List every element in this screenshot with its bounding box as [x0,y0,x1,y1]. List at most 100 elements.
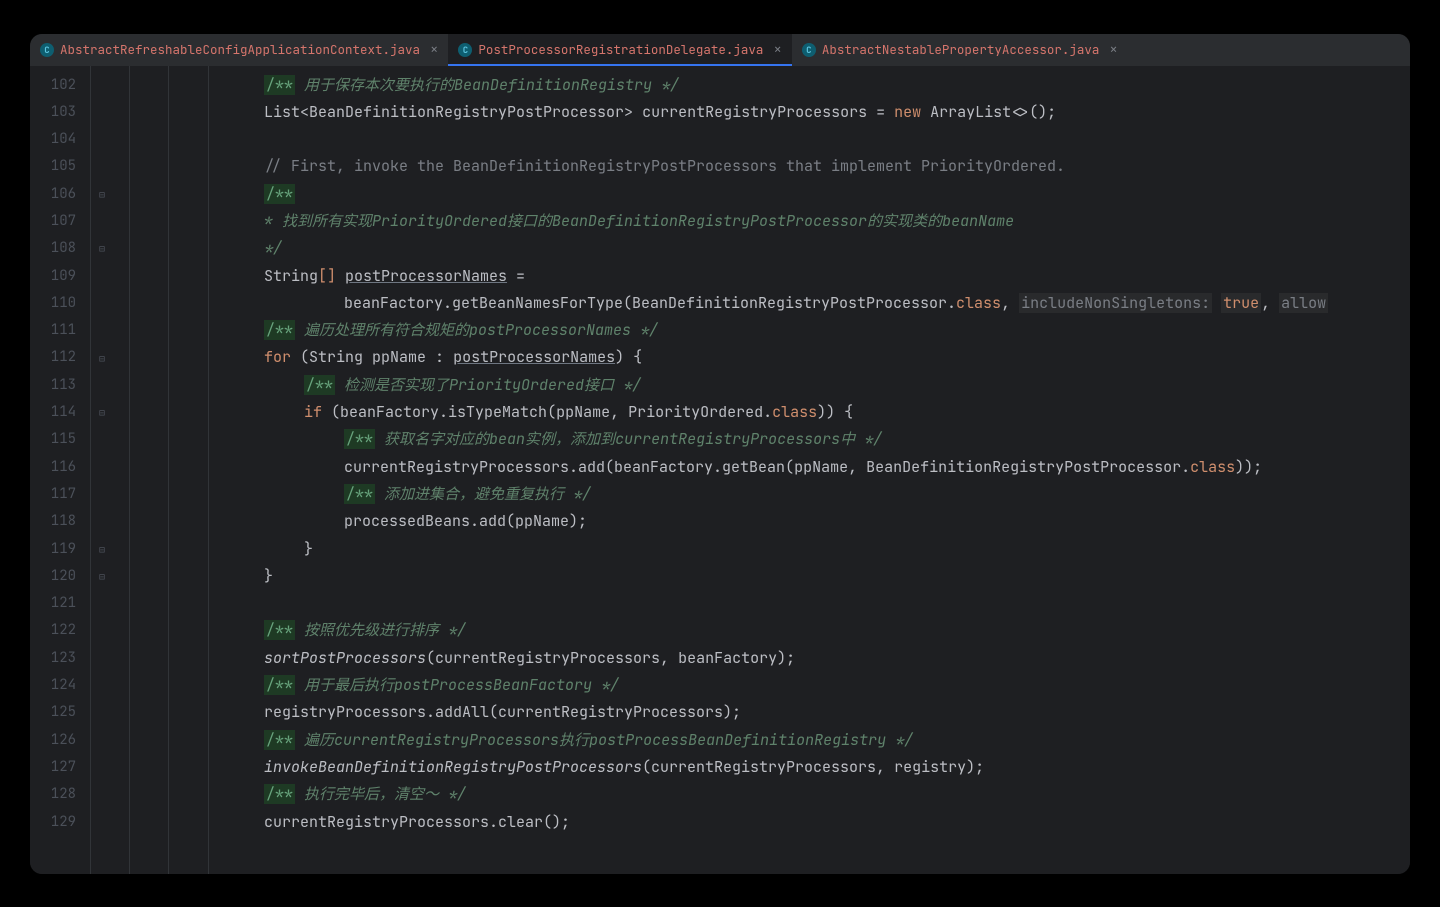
code-token: beanName [942,211,1014,231]
code-token: /** [344,484,375,504]
line-number: 118 [30,508,90,535]
code-token: currentRegistryProcessors.add [344,457,605,477]
code-token: 执行 [559,730,589,750]
line-number: 117 [30,481,90,508]
line-number: 108 [30,235,90,262]
code-token: postProcessorNames [469,320,631,340]
code-token: 添加进集合，避免重复执行 [375,484,573,504]
code-token: currentRegistryProcessors [334,730,559,750]
fold-marker[interactable]: ⊟ [90,181,114,208]
line-number: 103 [30,99,90,126]
line-number: 129 [30,809,90,836]
code-token: postProcessorNames [345,266,507,286]
code-token: */ [652,75,679,95]
editor[interactable]: 1021031041051061071081091101111121131141… [30,66,1410,874]
code-token: /** [264,320,295,340]
tab-bar: C AbstractRefreshableConfigApplicationCo… [30,34,1410,66]
code-token: } [304,539,313,559]
fold-marker[interactable]: ⊟ [90,344,114,371]
fold-marker [90,263,114,290]
code-token: List [264,102,300,122]
close-icon[interactable]: × [1109,41,1117,59]
code-token: ); [777,648,795,668]
fold-marker [90,126,114,153]
fold-marker [90,454,114,481]
code-token: > [624,102,642,122]
java-class-icon: C [458,43,472,57]
code-token: 执行完毕后，清空～ [295,784,448,804]
close-icon[interactable]: × [430,41,438,59]
code-token: */ [592,675,619,695]
code-token [1212,293,1221,313]
code-token: = [876,102,894,122]
code-token: processedBeans.add [344,511,506,531]
code-token: ); [569,511,587,531]
code-token: true [1221,293,1261,313]
code-token: < [300,102,309,122]
line-number: 102 [30,72,90,99]
code-token: = [507,266,525,286]
code-token: ( [300,347,309,367]
fold-marker[interactable]: ⊟ [90,536,114,563]
code-token: class [772,402,817,422]
fold-marker [90,508,114,535]
fold-marker[interactable]: ⊟ [90,399,114,426]
fold-marker [90,672,114,699]
fold-marker[interactable]: ⊟ [90,563,114,590]
code-token: // First, invoke the BeanDefinitionRegis… [264,156,1065,176]
code-token: /** [344,429,375,449]
code-token: , [1261,293,1279,313]
code-token: */ [573,484,591,504]
code-text[interactable]: /** 用于保存本次要执行的BeanDefinitionRegistry */ … [264,66,1410,874]
code-token: ( [642,757,651,777]
code-token: BeanDefinitionRegistryPostProcessor [552,211,867,231]
close-icon[interactable]: × [773,41,781,59]
code-token: PriorityOrdered [449,375,584,395]
code-token: /** [264,75,295,95]
code-token: currentRegistryProcessors [615,429,840,449]
line-number: 114 [30,399,90,426]
code-token: postProcessorNames [453,347,615,367]
line-number: 124 [30,672,90,699]
line-number: 123 [30,645,90,672]
fold-marker[interactable]: ⊟ [90,235,114,262]
line-number: 125 [30,699,90,726]
code-token: currentRegistryProcessors [435,648,660,668]
code-token: * 找到所有实现 [264,211,372,231]
code-token: 实例，添加到 [525,429,615,449]
code-token: /** [264,784,295,804]
code-token [921,102,930,122]
code-token: ( [331,402,340,422]
line-number: 107 [30,208,90,235]
tab-file-2[interactable]: C PostProcessorRegistrationDelegate.java… [448,34,791,66]
fold-marker [90,781,114,808]
code-token: /** [264,184,295,204]
line-number: 121 [30,590,90,617]
code-token: new [894,102,921,122]
indent-guides [114,66,264,874]
code-token: (); [543,812,570,832]
code-token: ppName [556,402,610,422]
editor-window: C AbstractRefreshableConfigApplicationCo… [30,34,1410,874]
code-token: ppName [515,511,569,531]
line-number: 105 [30,153,90,180]
tab-file-1[interactable]: C AbstractRefreshableConfigApplicationCo… [30,34,448,66]
line-number: 127 [30,754,90,781]
code-token: , [610,402,628,422]
code-token: postProcessBeanDefinitionRegistry [589,730,886,750]
line-number: 128 [30,781,90,808]
code-token: currentRegistryProcessors [498,702,723,722]
code-token: ); [966,757,984,777]
fold-marker [90,617,114,644]
tab-file-3[interactable]: C AbstractNestablePropertyAccessor.java … [792,34,1128,66]
fold-marker [90,645,114,672]
code-token: registryProcessors.addAll [264,702,489,722]
fold-marker [90,426,114,453]
code-token: String ppName : [309,347,453,367]
line-number: 109 [30,263,90,290]
code-token: if [304,402,322,422]
line-number: 119 [30,536,90,563]
code-token: sortPostProcessors [264,648,426,668]
line-number: 113 [30,372,90,399]
code-token: PriorityOrdered. [628,402,772,422]
